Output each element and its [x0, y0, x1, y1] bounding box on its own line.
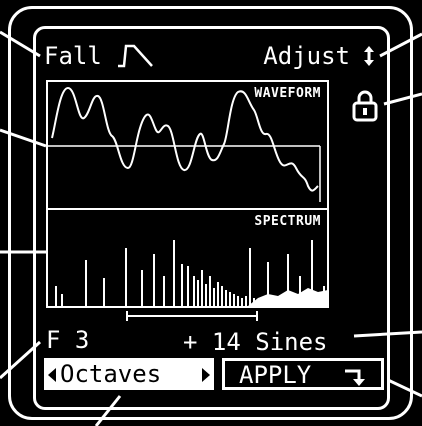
callout-lines — [0, 30, 422, 426]
